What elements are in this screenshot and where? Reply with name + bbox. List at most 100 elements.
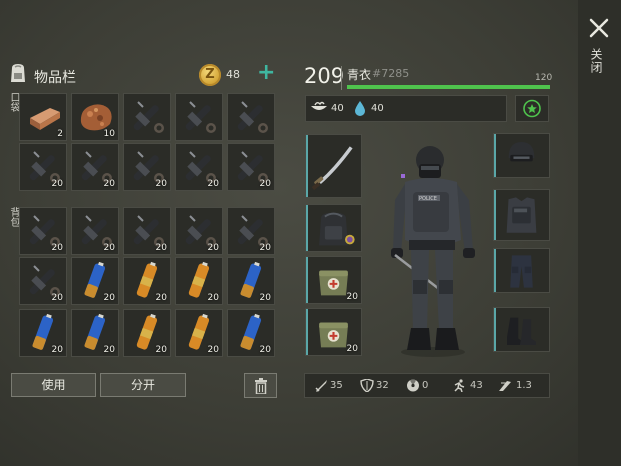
inventory-slot[interactable]: 10 (71, 93, 119, 141)
water-drop-icon (354, 100, 366, 116)
inventory-slot[interactable]: 20 (123, 207, 171, 255)
item-quantity: 20 (103, 179, 115, 189)
stealth-icon (499, 381, 511, 391)
item-quantity: 2 (57, 129, 63, 139)
food-value: 40 (331, 103, 344, 114)
equipment-slot-combat-boots[interactable] (493, 307, 550, 352)
item-quantity: 20 (51, 345, 63, 355)
trash-button[interactable] (244, 373, 277, 398)
item-quantity: 20 (207, 179, 219, 189)
food-icon (310, 100, 328, 116)
xp-bar-fill (347, 85, 550, 89)
close-icon[interactable] (585, 14, 613, 42)
equipment-slot-tactical-pants[interactable] (493, 248, 550, 293)
equipment-slot-katana[interactable] (305, 134, 362, 198)
equipment-slot-backpack[interactable] (305, 204, 362, 252)
backpack-icon (319, 212, 355, 246)
item-quantity: 20 (51, 293, 63, 303)
item-quantity: 20 (259, 293, 271, 303)
item-quantity: 20 (207, 243, 219, 253)
equipment-slot-medkit-bag[interactable]: 20 (305, 308, 362, 356)
player-level: 209 (304, 64, 345, 88)
radiation-value: 0 (422, 380, 429, 391)
svg-text:POLICE: POLICE (419, 196, 437, 202)
item-quantity: 20 (155, 293, 167, 303)
rifle-scope-icon (133, 101, 164, 133)
item-quantity: 20 (346, 292, 358, 302)
inventory-slot[interactable] (123, 93, 171, 141)
inventory-slot[interactable]: 20 (19, 309, 67, 357)
item-quantity: 20 (103, 293, 115, 303)
inventory-slot[interactable]: 20 (175, 309, 223, 357)
inventory-slot[interactable]: 20 (175, 207, 223, 255)
perks-button[interactable] (515, 95, 549, 122)
xp-max: 120 (535, 73, 553, 83)
tactical-pants-icon (510, 255, 533, 288)
inventory-slot[interactable]: 20 (123, 309, 171, 357)
helmet-icon (508, 142, 535, 162)
rifle-scope-icon (185, 101, 216, 133)
item-quantity: 20 (259, 179, 271, 189)
inventory-slot[interactable]: 20 (19, 207, 67, 255)
shield-icon (360, 379, 374, 392)
katana-icon (311, 146, 353, 191)
inventory-slot[interactable]: 20 (71, 309, 119, 357)
inventory-slot[interactable]: 20 (71, 143, 119, 191)
item-quantity: 20 (51, 243, 63, 253)
inventory-slot[interactable] (175, 93, 223, 141)
inventory-slot[interactable] (227, 93, 275, 141)
split-button[interactable]: 分开 (100, 373, 186, 397)
close-label[interactable]: 关闭 (589, 48, 605, 74)
coin-count: 48 (226, 68, 240, 81)
inventory-slot[interactable]: 20 (123, 257, 171, 305)
header-divider (341, 66, 342, 90)
inventory-slot[interactable]: 20 (175, 143, 223, 191)
inventory-slot[interactable]: 20 (227, 309, 275, 357)
sword-attack-icon (315, 380, 327, 392)
add-coins-button[interactable]: + (257, 62, 275, 84)
item-quantity: 20 (103, 243, 115, 253)
inventory-slot[interactable]: 20 (227, 257, 275, 305)
item-quantity: 20 (51, 179, 63, 189)
star-badge-icon (523, 99, 541, 118)
coin-icon: Z (199, 64, 221, 86)
inventory-slot[interactable]: 20 (71, 207, 119, 255)
item-quantity: 20 (103, 345, 115, 355)
stealth-value: 1.3 (516, 380, 532, 391)
item-quantity: 20 (155, 179, 167, 189)
water-value: 40 (371, 103, 384, 114)
equipment-slot-helmet[interactable] (493, 133, 550, 178)
equipment-slot-body-armor[interactable] (493, 189, 550, 241)
defense-value: 32 (376, 380, 389, 391)
inventory-slot[interactable]: 20 (227, 143, 275, 191)
player-id: #7285 (372, 67, 410, 80)
trash-icon (254, 378, 267, 395)
rifle-scope-icon (237, 101, 268, 133)
inventory-title: 物品栏 (34, 70, 76, 86)
item-quantity: 20 (155, 243, 167, 253)
player-name: 青衣 (347, 68, 372, 82)
running-icon (454, 379, 465, 392)
equipment-slot-medkit-bag[interactable]: 20 (305, 256, 362, 304)
radiation-icon (407, 379, 419, 392)
item-quantity: 20 (207, 293, 219, 303)
body-armor-icon (506, 197, 537, 233)
speed-value: 43 (470, 380, 483, 391)
xp-bar (347, 85, 550, 89)
inventory-slot[interactable]: 20 (19, 143, 67, 191)
use-button[interactable]: 使用 (11, 373, 96, 397)
inventory-slot[interactable]: 2 (19, 93, 67, 141)
backpack-icon (8, 62, 28, 84)
item-quantity: 10 (103, 129, 115, 139)
character-model: POLICE (383, 140, 483, 360)
item-quantity: 20 (259, 243, 271, 253)
inventory-slot[interactable]: 20 (123, 143, 171, 191)
inventory-slot[interactable]: 20 (175, 257, 223, 305)
item-quantity: 20 (346, 344, 358, 354)
item-quantity: 20 (155, 345, 167, 355)
item-quantity: 20 (259, 345, 271, 355)
inventory-slot[interactable]: 20 (227, 207, 275, 255)
inventory-slot[interactable]: 20 (19, 257, 67, 305)
attack-value: 35 (330, 380, 343, 391)
inventory-slot[interactable]: 20 (71, 257, 119, 305)
